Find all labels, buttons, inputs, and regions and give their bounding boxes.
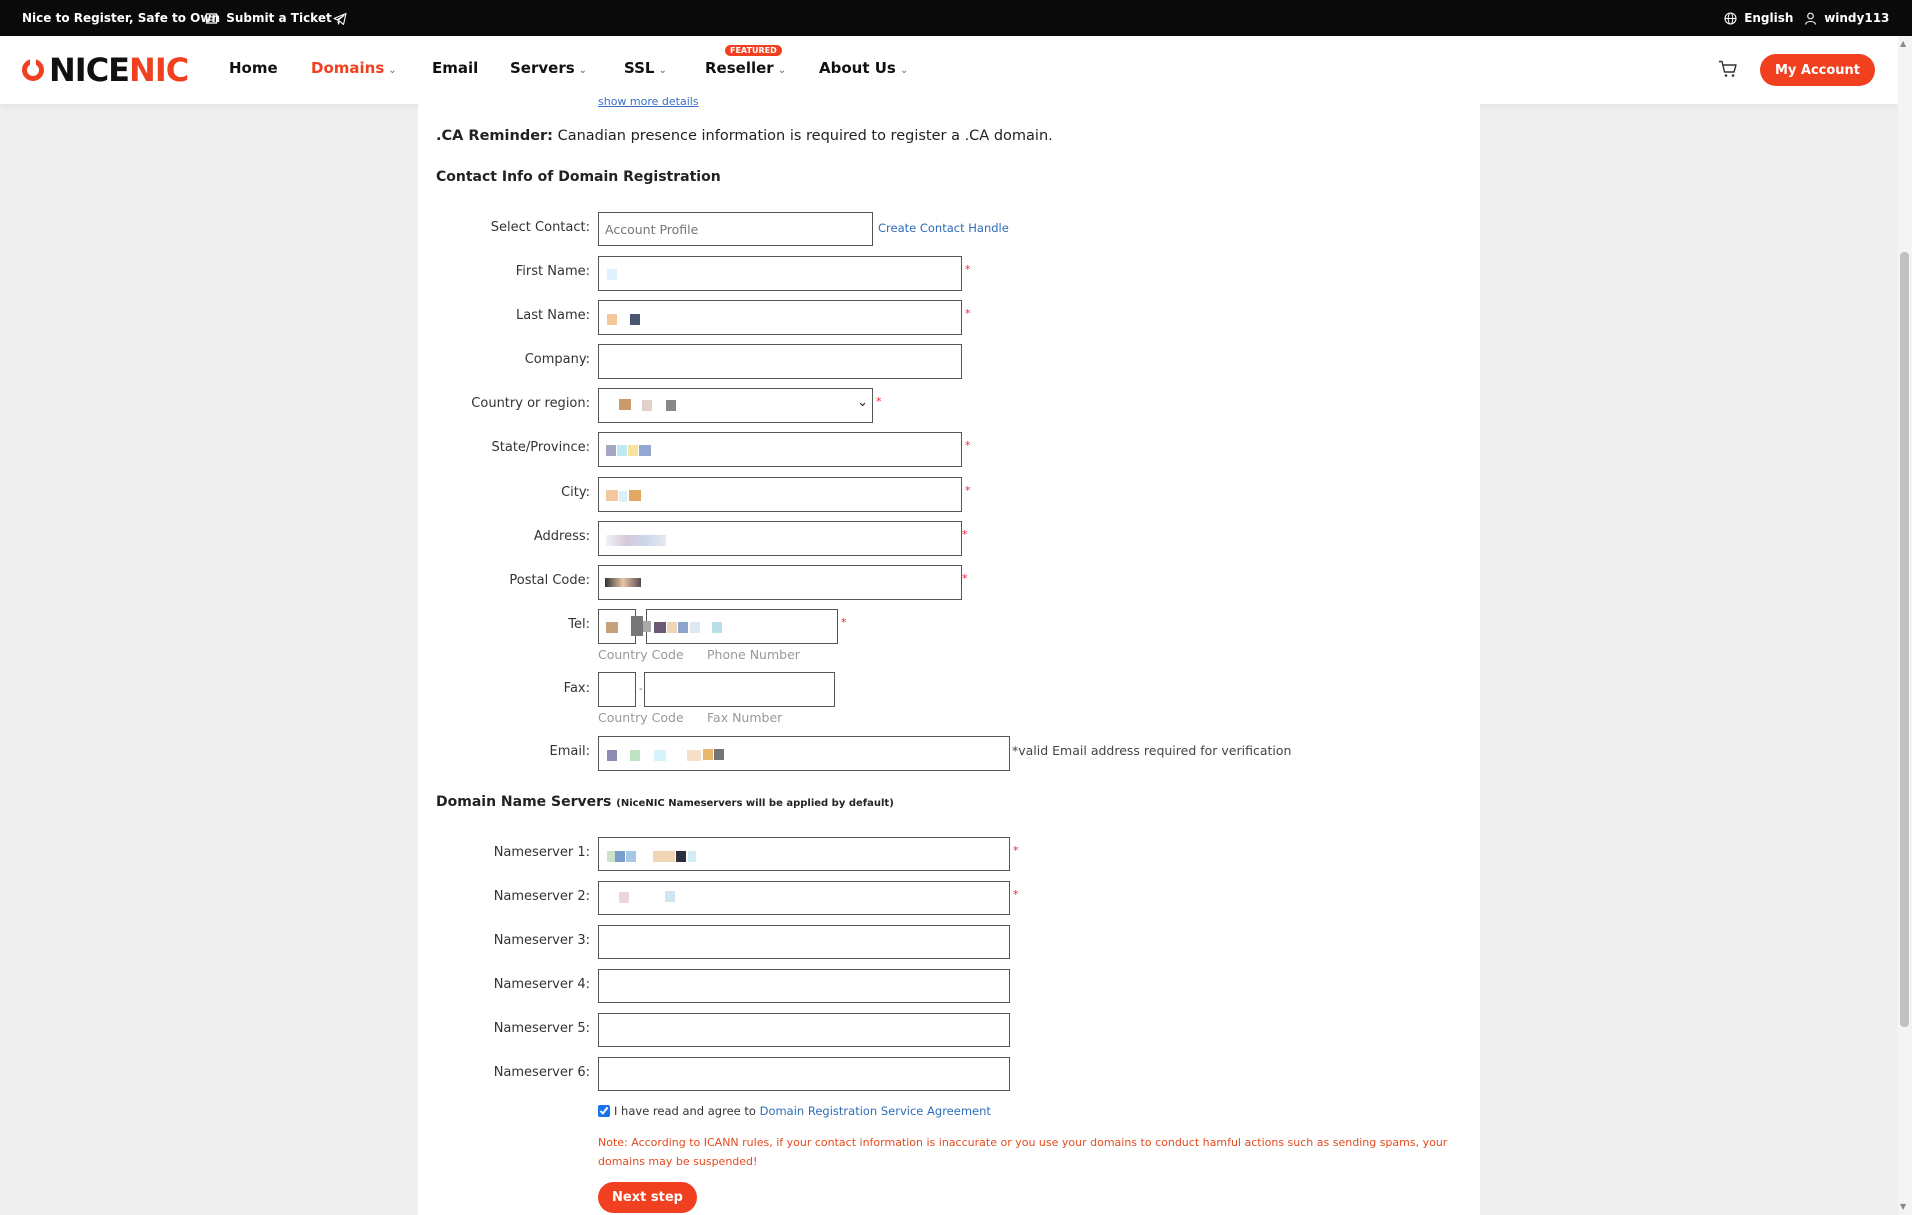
required-mark: * xyxy=(1013,844,1019,857)
required-mark: * xyxy=(1013,888,1019,901)
globe-icon xyxy=(1724,12,1737,25)
ns-section-note: (NiceNIC Nameservers will be applied by … xyxy=(616,798,894,809)
required-mark: * xyxy=(841,616,847,629)
select-contact-input[interactable] xyxy=(598,212,873,246)
nameserver-4-label: Nameserver 4: xyxy=(493,977,590,992)
featured-badge: FEATURED xyxy=(725,45,782,56)
telegram-icon[interactable] xyxy=(333,0,347,36)
main-nav: NICE NIC xyxy=(0,36,1898,104)
nav-servers[interactable]: Servers ⌄ xyxy=(510,59,587,77)
fax-number-hint: Fax Number xyxy=(707,710,783,725)
fax-number-input[interactable] xyxy=(644,672,835,707)
chevron-down-icon: ⌄ xyxy=(857,395,868,410)
address-input[interactable] xyxy=(598,521,962,556)
state-label: State/Province: xyxy=(491,440,590,455)
first-name-input[interactable] xyxy=(598,256,962,291)
nameserver-5-input[interactable] xyxy=(598,1013,1010,1047)
nameserver-2-label: Nameserver 2: xyxy=(493,889,590,904)
chevron-down-icon: ⌄ xyxy=(777,65,787,76)
address-label: Address: xyxy=(533,529,590,544)
tel-number-input[interactable] xyxy=(631,609,838,644)
first-name-label: First Name: xyxy=(515,264,590,279)
username: windy113 xyxy=(1824,11,1890,25)
required-mark: * xyxy=(962,572,968,585)
nameserver-5-label: Nameserver 5: xyxy=(493,1021,590,1036)
city-input[interactable] xyxy=(598,477,962,512)
nameserver-1-input[interactable] xyxy=(598,837,1010,871)
nav-reseller[interactable]: Reseller ⌄ xyxy=(705,59,786,77)
postal-code-input[interactable] xyxy=(598,565,962,600)
chevron-down-icon: ⌄ xyxy=(899,65,909,76)
nav-ssl[interactable]: SSL ⌄ xyxy=(624,59,667,77)
country-label: Country or region: xyxy=(471,396,590,411)
ns-section-title: Domain Name Servers (NiceNIC Nameservers… xyxy=(436,794,894,810)
required-mark: * xyxy=(965,307,971,320)
scroll-down-arrow[interactable]: ▼ xyxy=(1900,1202,1906,1211)
scroll-up-arrow[interactable]: ▲ xyxy=(1900,39,1906,48)
user-menu[interactable]: windy113 xyxy=(1804,0,1889,36)
email-label: Email: xyxy=(549,744,590,759)
chevron-down-icon: ⌄ xyxy=(388,65,397,76)
submit-ticket-link[interactable]: Submit a Ticket xyxy=(205,0,332,36)
logo-power-icon xyxy=(22,57,44,81)
agreement-row: I have read and agree to Domain Registra… xyxy=(598,1104,991,1118)
fax-label: Fax: xyxy=(563,681,590,696)
nav-email[interactable]: Email xyxy=(432,59,478,77)
required-mark: * xyxy=(965,263,971,276)
cart-icon[interactable] xyxy=(1718,60,1738,82)
city-label: City: xyxy=(561,485,590,500)
ticket-icon xyxy=(205,13,218,24)
scrollbar-thumb[interactable] xyxy=(1900,252,1909,1027)
nameserver-3-input[interactable] xyxy=(598,925,1010,959)
tel-country-code-hint: Country Code xyxy=(598,647,684,662)
tel-number-hint: Phone Number xyxy=(707,647,800,662)
agreement-checkbox[interactable] xyxy=(598,1105,610,1117)
email-input[interactable] xyxy=(598,736,1010,771)
select-contact-label: Select Contact: xyxy=(490,220,590,235)
service-agreement-link[interactable]: Domain Registration Service Agreement xyxy=(760,1104,991,1118)
nav-home[interactable]: Home xyxy=(229,59,278,77)
nameserver-3-label: Nameserver 3: xyxy=(493,933,590,948)
fax-country-code-hint: Country Code xyxy=(598,710,684,725)
contact-section-title: Contact Info of Domain Registration xyxy=(436,169,721,185)
nameserver-6-label: Nameserver 6: xyxy=(493,1065,590,1080)
nameserver-4-input[interactable] xyxy=(598,969,1010,1003)
tel-label: Tel: xyxy=(568,617,590,632)
user-icon xyxy=(1804,12,1817,25)
country-select[interactable]: ⌄ xyxy=(598,388,873,423)
required-mark: * xyxy=(876,395,882,408)
nicenic-logo[interactable]: NICE NIC xyxy=(22,51,189,89)
company-label: Company: xyxy=(524,352,590,367)
slogan: Nice to Register, Safe to Own xyxy=(22,11,220,25)
required-mark: * xyxy=(965,484,971,497)
nav-domains[interactable]: Domains ⌄ xyxy=(311,59,397,77)
language-selector[interactable]: English xyxy=(1724,0,1793,36)
email-note: *valid Email address required for verifi… xyxy=(1012,743,1292,758)
nameserver-2-input[interactable] xyxy=(598,881,1010,915)
chevron-down-icon: ⌄ xyxy=(658,65,667,76)
top-bar: Nice to Register, Safe to Own Submit a T… xyxy=(0,0,1912,36)
nameserver-6-input[interactable] xyxy=(598,1057,1010,1091)
last-name-input[interactable] xyxy=(598,300,962,335)
last-name-label: Last Name: xyxy=(516,308,590,323)
more-details-link[interactable]: show more details xyxy=(598,95,699,108)
company-input[interactable] xyxy=(598,344,962,379)
ca-reminder: .CA Reminder: Canadian presence informat… xyxy=(436,128,1053,144)
state-input[interactable] xyxy=(598,432,962,467)
my-account-button[interactable]: My Account xyxy=(1760,54,1875,86)
nameserver-1-label: Nameserver 1: xyxy=(493,845,590,860)
required-mark: * xyxy=(962,528,968,541)
submit-ticket-label: Submit a Ticket xyxy=(226,11,332,25)
postal-code-label: Postal Code: xyxy=(509,573,590,588)
chevron-down-icon: ⌄ xyxy=(578,65,588,76)
required-mark: * xyxy=(965,439,971,452)
nav-about-us[interactable]: About Us ⌄ xyxy=(819,59,908,77)
language-label: English xyxy=(1744,11,1794,25)
next-step-button[interactable]: Next step xyxy=(598,1182,697,1213)
icann-note: Note: According to ICANN rules, if your … xyxy=(598,1136,1448,1168)
fax-country-code-input[interactable] xyxy=(598,672,636,707)
create-contact-handle-link[interactable]: Create Contact Handle xyxy=(878,221,1009,235)
